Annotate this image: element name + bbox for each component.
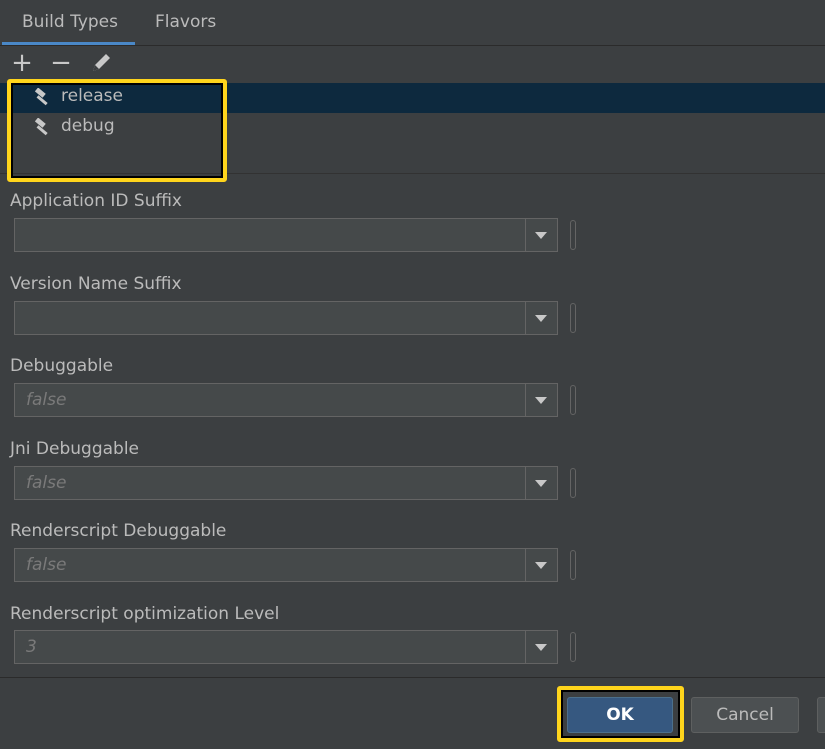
reference-button[interactable] bbox=[570, 303, 576, 333]
chevron-down-icon[interactable] bbox=[525, 631, 557, 663]
label-renderscript-optimization-level: Renderscript optimization Level bbox=[10, 604, 280, 624]
combo-value: 3 bbox=[26, 637, 37, 657]
reference-button[interactable] bbox=[570, 220, 576, 250]
chevron-down-icon[interactable] bbox=[525, 549, 557, 581]
label-application-id-suffix: Application ID Suffix bbox=[10, 191, 182, 211]
renderscript-debuggable-combo[interactable]: false bbox=[14, 548, 558, 582]
label-renderscript-debuggable: Renderscript Debuggable bbox=[10, 521, 227, 541]
version-name-suffix-combo[interactable] bbox=[14, 301, 558, 335]
remove-icon[interactable]: − bbox=[49, 50, 73, 76]
label-version-name-suffix: Version Name Suffix bbox=[10, 274, 182, 294]
debuggable-combo[interactable]: false bbox=[14, 383, 558, 417]
renderscript-optimization-level-combo[interactable]: 3 bbox=[14, 630, 558, 664]
highlight-box-list bbox=[7, 79, 227, 182]
combo-value: false bbox=[26, 555, 67, 575]
tab-flavors[interactable]: Flavors bbox=[155, 0, 216, 45]
tab-bar: Build Types Flavors bbox=[0, 0, 825, 46]
chevron-down-icon[interactable] bbox=[525, 467, 557, 499]
partial-button[interactable] bbox=[817, 697, 825, 733]
label-debuggable: Debuggable bbox=[10, 356, 114, 376]
reference-button[interactable] bbox=[570, 385, 576, 415]
reference-button[interactable] bbox=[570, 550, 576, 580]
edit-icon[interactable] bbox=[89, 50, 113, 76]
dialog-button-bar: OK Cancel bbox=[0, 677, 825, 749]
reference-button[interactable] bbox=[570, 468, 576, 498]
add-icon[interactable]: + bbox=[10, 50, 34, 76]
reference-button[interactable] bbox=[570, 632, 576, 662]
highlight-box-ok bbox=[557, 686, 684, 742]
jni-debuggable-combo[interactable]: false bbox=[14, 466, 558, 500]
application-id-suffix-combo[interactable] bbox=[14, 218, 558, 252]
chevron-down-icon[interactable] bbox=[525, 384, 557, 416]
label-jni-debuggable: Jni Debuggable bbox=[10, 439, 140, 459]
tab-build-types[interactable]: Build Types bbox=[2, 0, 135, 45]
cancel-button[interactable]: Cancel bbox=[691, 697, 799, 733]
chevron-down-icon[interactable] bbox=[525, 302, 557, 334]
combo-value: false bbox=[26, 390, 67, 410]
list-toolbar: + − bbox=[0, 46, 825, 82]
combo-value: false bbox=[26, 473, 67, 493]
chevron-down-icon[interactable] bbox=[525, 219, 557, 251]
